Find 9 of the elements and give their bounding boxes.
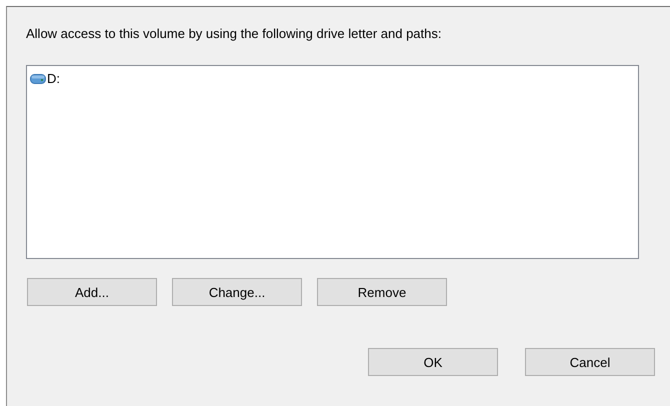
add-button[interactable]: Add... [27, 278, 157, 306]
remove-button[interactable]: Remove [317, 278, 447, 306]
drive-icon [30, 74, 46, 84]
ok-button[interactable]: OK [368, 348, 498, 376]
path-list[interactable]: D: [26, 65, 639, 259]
drive-item[interactable]: D: [47, 70, 60, 88]
instruction-text: Allow access to this volume by using the following drive letter and paths: [26, 25, 442, 43]
change-button[interactable]: Change... [172, 278, 302, 306]
cancel-button[interactable]: Cancel [525, 348, 655, 376]
